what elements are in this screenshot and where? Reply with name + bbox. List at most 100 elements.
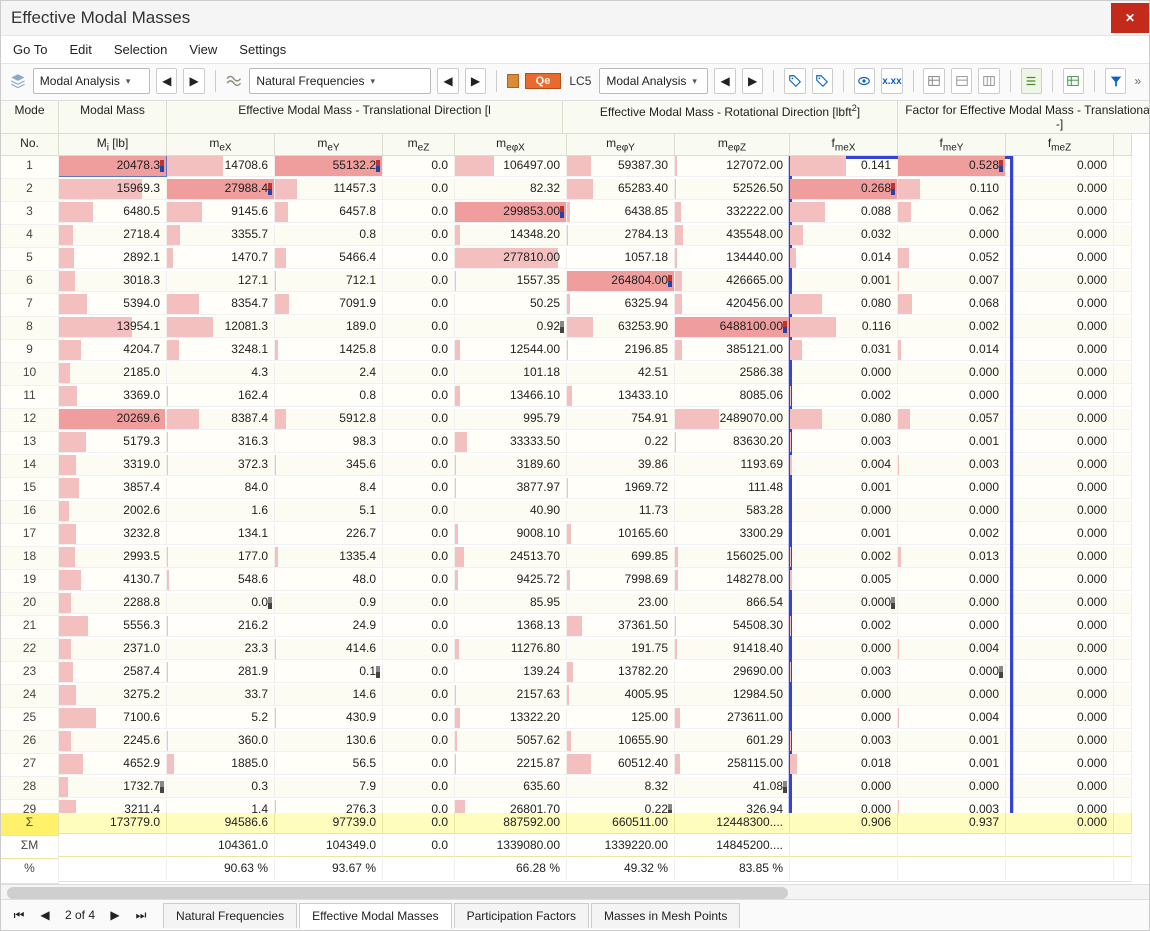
table-row[interactable]: 153857.484.08.40.03877.971969.72111.480.… <box>1 478 1149 501</box>
cell-fmeX[interactable]: 0.004 <box>790 455 898 476</box>
cell-mphiZ[interactable]: 426665.00 <box>675 271 790 292</box>
table-row[interactable]: 75394.08354.77091.90.050.256325.94420456… <box>1 294 1149 317</box>
cell-mphiY[interactable]: 11.73 <box>567 501 675 522</box>
cell-meY[interactable]: 345.6 <box>275 455 383 476</box>
cell-mphiY[interactable]: 2196.85 <box>567 340 675 361</box>
table-button-2[interactable] <box>951 68 972 94</box>
cell-meX[interactable]: 27988.4 <box>167 179 275 200</box>
cell-fmeY[interactable]: 0.004 <box>898 639 1006 660</box>
cell-Mi[interactable]: 2892.1 <box>59 248 167 269</box>
tag-button-1[interactable] <box>784 68 805 94</box>
cell-meX[interactable]: 3355.7 <box>167 225 275 246</box>
cell-fmeZ[interactable]: 0.000 <box>1006 616 1114 637</box>
cell-meY[interactable]: 0.8 <box>275 225 383 246</box>
cell-mphiX[interactable]: 1557.35 <box>455 271 567 292</box>
cell-fmeX[interactable]: 0.001 <box>790 524 898 545</box>
table-row[interactable]: 232587.4281.90.10.0139.2413782.2029690.0… <box>1 662 1149 685</box>
menu-view[interactable]: View <box>187 40 219 59</box>
cell-fmeZ[interactable]: 0.000 <box>1006 685 1114 706</box>
cell-meX[interactable]: 84.0 <box>167 478 275 499</box>
cell-meX[interactable]: 3248.1 <box>167 340 275 361</box>
precision-button[interactable]: x.xx <box>881 68 902 94</box>
cell-meY[interactable]: 55132.2 <box>275 156 383 177</box>
cell-fmeY[interactable]: 0.068 <box>898 294 1006 315</box>
header-trans[interactable]: Effective Modal Mass - Translational Dir… <box>167 101 563 134</box>
cell-mphiX[interactable]: 0.92 <box>455 317 567 338</box>
cell-Mi[interactable]: 3275.2 <box>59 685 167 706</box>
cell-mphiX[interactable]: 106497.00 <box>455 156 567 177</box>
cell-fmeX[interactable]: 0.002 <box>790 386 898 407</box>
cell-fmeY[interactable]: 0.000 <box>898 225 1006 246</box>
table-row[interactable]: 113369.0162.40.80.013466.1013433.108085.… <box>1 386 1149 409</box>
frequency-dropdown[interactable]: Natural Frequencies ▾ <box>249 68 431 94</box>
cell-meY[interactable]: 276.3 <box>275 800 383 813</box>
cell-mphiX[interactable]: 14348.20 <box>455 225 567 246</box>
menu-edit[interactable]: Edit <box>67 40 93 59</box>
cell-fmeY[interactable]: 0.003 <box>898 455 1006 476</box>
cell-fmeX[interactable]: 0.088 <box>790 202 898 223</box>
cell-Mi[interactable]: 20478.3 <box>59 156 167 177</box>
header-sub-fmex[interactable]: fmeX <box>790 134 898 156</box>
cell-meY[interactable]: 0.9 <box>275 593 383 614</box>
cell-Mi[interactable]: 1732.7 <box>59 777 167 798</box>
cell-mphiZ[interactable]: 52526.50 <box>675 179 790 200</box>
cell-fmeY[interactable]: 0.000 <box>898 777 1006 798</box>
cell-mphiZ[interactable]: 12984.50 <box>675 685 790 706</box>
cell-mphiY[interactable]: 10655.90 <box>567 731 675 752</box>
table-row[interactable]: 1220269.68387.45912.80.0995.79754.912489… <box>1 409 1149 432</box>
cell-mphiX[interactable]: 3877.97 <box>455 478 567 499</box>
cell-fmeX[interactable]: 0.000 <box>790 593 898 614</box>
cell-meZ[interactable]: 0.0 <box>383 363 455 384</box>
cell-meX[interactable]: 8387.4 <box>167 409 275 430</box>
cell-Mi[interactable]: 5394.0 <box>59 294 167 315</box>
cell-fmeZ[interactable]: 0.000 <box>1006 455 1114 476</box>
cell-Mi[interactable]: 15969.3 <box>59 179 167 200</box>
cell-meX[interactable]: 0.3 <box>167 777 275 798</box>
cell-meZ[interactable]: 0.0 <box>383 340 455 361</box>
cell-fmeX[interactable]: 0.000 <box>790 363 898 384</box>
cell-meX[interactable]: 548.6 <box>167 570 275 591</box>
cell-mphiZ[interactable]: 2489070.00 <box>675 409 790 430</box>
cell-meY[interactable]: 5.1 <box>275 501 383 522</box>
cell-fmeZ[interactable]: 0.000 <box>1006 593 1114 614</box>
header-sub-fmey[interactable]: fmeY <box>898 134 1006 156</box>
cell-mphiZ[interactable]: 385121.00 <box>675 340 790 361</box>
cell-fmeY[interactable]: 0.528 <box>898 156 1006 177</box>
cell-meY[interactable]: 1335.4 <box>275 547 383 568</box>
cell-fmeY[interactable]: 0.110 <box>898 179 1006 200</box>
cell-fmeY[interactable]: 0.000 <box>898 662 1006 683</box>
cell-fmeZ[interactable]: 0.000 <box>1006 501 1114 522</box>
cell-fmeZ[interactable]: 0.000 <box>1006 248 1114 269</box>
header-sub-fmez[interactable]: fmeZ <box>1006 134 1114 156</box>
cell-meY[interactable]: 2.4 <box>275 363 383 384</box>
cell-fmeZ[interactable]: 0.000 <box>1006 754 1114 775</box>
cell-mphiX[interactable]: 5057.62 <box>455 731 567 752</box>
cell-fmeX[interactable]: 0.018 <box>790 754 898 775</box>
cell-mphiX[interactable]: 26801.70 <box>455 800 567 813</box>
cell-mphiZ[interactable]: 8085.06 <box>675 386 790 407</box>
next-item-button-3[interactable]: ▶ <box>742 68 763 94</box>
cell-mphiX[interactable]: 13466.10 <box>455 386 567 407</box>
table-row[interactable]: 215969.327988.411457.30.082.3265283.4052… <box>1 179 1149 202</box>
table-row[interactable]: 215556.3216.224.90.01368.1337361.5054508… <box>1 616 1149 639</box>
cell-meZ[interactable]: 0.0 <box>383 685 455 706</box>
list-button[interactable] <box>1021 68 1042 94</box>
cell-meX[interactable]: 0.0 <box>167 593 275 614</box>
cell-Mi[interactable]: 2185.0 <box>59 363 167 384</box>
cell-fmeY[interactable]: 0.000 <box>898 478 1006 499</box>
filter-button[interactable] <box>1105 68 1126 94</box>
cell-mphiY[interactable]: 4005.95 <box>567 685 675 706</box>
pager-prev[interactable]: ◀ <box>33 903 57 927</box>
cell-Mi[interactable]: 3211.4 <box>59 800 167 813</box>
cell-mphiX[interactable]: 24513.70 <box>455 547 567 568</box>
cell-meY[interactable]: 7091.9 <box>275 294 383 315</box>
cell-meX[interactable]: 14708.6 <box>167 156 275 177</box>
cell-mphiX[interactable]: 50.25 <box>455 294 567 315</box>
table-row[interactable]: 281732.70.37.90.0635.608.3241.080.0000.0… <box>1 777 1149 800</box>
cell-mphiY[interactable]: 191.75 <box>567 639 675 660</box>
cell-meY[interactable]: 226.7 <box>275 524 383 545</box>
cell-fmeY[interactable]: 0.001 <box>898 731 1006 752</box>
cell-meY[interactable]: 6457.8 <box>275 202 383 223</box>
cell-mphiX[interactable]: 995.79 <box>455 409 567 430</box>
cell-fmeX[interactable]: 0.116 <box>790 317 898 338</box>
